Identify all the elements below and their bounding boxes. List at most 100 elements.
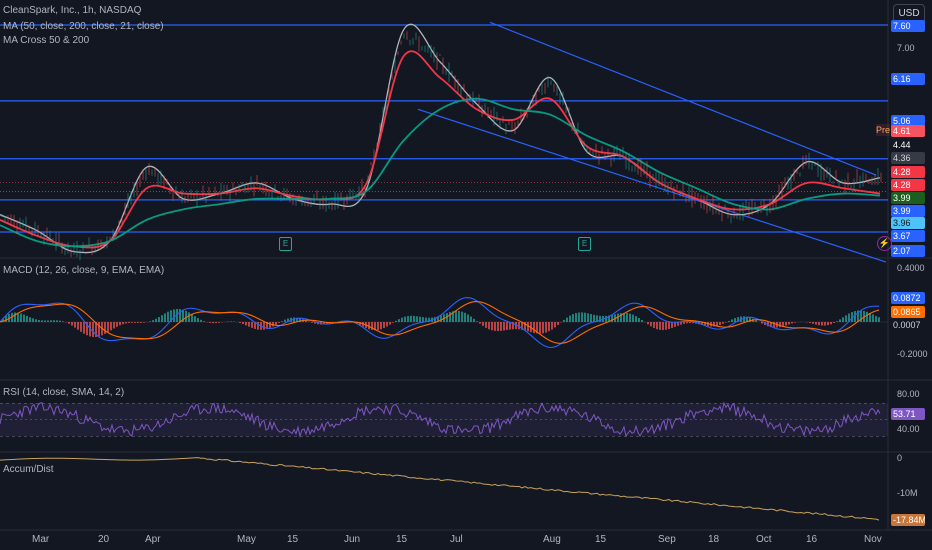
- macd-histogram-bar: [533, 322, 535, 333]
- macd-axis-top: 0.4000: [897, 263, 925, 273]
- macd-histogram-bar: [656, 322, 658, 330]
- macd-histogram-bar: [638, 317, 640, 322]
- macd-histogram-bar: [812, 322, 814, 324]
- macd-histogram-bar: [191, 314, 193, 322]
- macd-histogram-bar: [584, 312, 586, 322]
- macd-histogram-bar: [77, 322, 79, 330]
- macd-histogram-bar: [416, 316, 418, 322]
- macd-histogram-bar: [641, 320, 643, 322]
- time-axis-label: 16: [806, 534, 818, 545]
- macd-histogram-bar: [257, 322, 259, 330]
- macd-histogram-bar: [125, 322, 127, 324]
- macd-histogram-bar: [731, 319, 733, 322]
- macd-histogram-bar: [239, 322, 241, 323]
- macd-histogram-bar: [386, 322, 388, 327]
- macd-histogram-bar: [551, 322, 553, 330]
- channel-lower-line: [417, 108, 887, 263]
- macd-histogram-bar: [680, 322, 682, 325]
- macd-histogram-bar: [779, 322, 781, 328]
- macd-histogram-bar: [566, 317, 568, 322]
- macd-histogram-bar: [392, 322, 394, 323]
- macd-histogram-bar: [449, 312, 451, 322]
- macd-histogram-bar: [311, 322, 313, 323]
- macd-histogram-bar: [122, 322, 124, 325]
- ma-cross-indicator-label[interactable]: MA Cross 50 & 200: [3, 34, 89, 47]
- macd-histogram-bar: [683, 322, 685, 324]
- time-axis-label: 15: [396, 534, 408, 545]
- macd-histogram-bar: [539, 322, 541, 334]
- macd-histogram-bar: [389, 322, 391, 325]
- macd-histogram-bar: [185, 310, 187, 322]
- macd-histogram-bar: [200, 319, 202, 322]
- earnings-marker[interactable]: E: [279, 237, 292, 251]
- macd-histogram-bar: [719, 322, 721, 326]
- macd-histogram-bar: [788, 322, 790, 325]
- macd-histogram-bar: [590, 314, 592, 322]
- macd-histogram-bar: [794, 322, 796, 323]
- macd-value-tag: 0.0865: [891, 306, 925, 318]
- macd-histogram-bar: [671, 322, 673, 329]
- macd-histogram-bar: [173, 309, 175, 322]
- macd-histogram-bar: [380, 322, 382, 330]
- macd-histogram-bar: [866, 311, 868, 322]
- time-axis-label: Nov: [864, 534, 882, 545]
- macd-histogram-bar: [839, 319, 841, 322]
- price-tag: 2.07: [891, 245, 925, 257]
- macd-histogram-bar: [35, 319, 37, 322]
- macd-histogram-bar: [845, 315, 847, 322]
- macd-histogram-bar: [56, 320, 58, 322]
- macd-histogram-bar: [689, 322, 691, 324]
- lightning-icon[interactable]: ⚡: [877, 236, 892, 251]
- macd-value-tag: 0.0872: [891, 292, 925, 304]
- macd-histogram-bar: [80, 322, 82, 332]
- macd-histogram-bar: [47, 320, 49, 322]
- macd-histogram-bar: [242, 322, 244, 325]
- macd-title[interactable]: MACD (12, 26, close, 9, EMA, EMA): [3, 264, 164, 277]
- time-axis-label: Jul: [450, 534, 463, 545]
- macd-histogram-bar: [404, 316, 406, 322]
- macd-histogram-bar: [83, 322, 85, 334]
- macd-histogram-bar: [134, 322, 136, 323]
- rsi-title[interactable]: RSI (14, close, SMA, 14, 2): [3, 386, 124, 399]
- macd-histogram-bar: [542, 322, 544, 334]
- macd-histogram-bar: [659, 322, 661, 330]
- macd-histogram-bar: [245, 322, 247, 326]
- macd-histogram-bar: [395, 320, 397, 322]
- macd-histogram-bar: [71, 322, 73, 326]
- macd-histogram-bar: [203, 321, 205, 322]
- macd-histogram-bar: [653, 322, 655, 328]
- macd-histogram-bar: [545, 322, 547, 333]
- time-axis-label: Apr: [145, 534, 161, 545]
- macd-histogram-bar: [494, 322, 496, 331]
- earnings-marker[interactable]: E: [578, 237, 591, 251]
- accum-value-tag: -17.84M: [891, 514, 925, 526]
- macd-histogram-bar: [755, 320, 757, 322]
- macd-histogram-bar: [668, 322, 670, 330]
- macd-histogram-bar: [413, 315, 415, 322]
- macd-histogram-bar: [44, 320, 46, 322]
- macd-histogram-bar: [143, 322, 145, 323]
- macd-histogram-bar: [50, 320, 52, 322]
- macd-histogram-bar: [116, 322, 118, 327]
- accum-dist-title[interactable]: Accum/Dist: [3, 463, 54, 476]
- macd-histogram-bar: [167, 311, 169, 322]
- macd-histogram-bar: [149, 321, 151, 322]
- ma-indicator-label[interactable]: MA (50, close, 200, close, 21, close): [3, 20, 164, 33]
- macd-histogram-bar: [218, 322, 220, 323]
- macd-histogram-bar: [41, 320, 43, 322]
- macd-histogram-bar: [473, 318, 475, 322]
- price-series-line-1: [0, 50, 881, 249]
- macd-histogram-bar: [161, 315, 163, 322]
- macd-histogram-bar: [53, 320, 55, 322]
- rsi-axis-bottom: 40.00: [897, 424, 920, 434]
- macd-histogram-bar: [734, 318, 736, 322]
- time-axis-label: 20: [98, 534, 110, 545]
- macd-histogram-bar: [500, 322, 502, 331]
- macd-histogram-bar: [29, 317, 31, 322]
- rsi-value-tag: 53.71: [891, 408, 925, 420]
- rsi-axis-top: 80.00: [897, 389, 920, 399]
- macd-histogram-bar: [830, 322, 832, 325]
- macd-histogram-bar: [743, 316, 745, 322]
- macd-histogram-bar: [824, 322, 826, 326]
- macd-histogram-bar: [20, 313, 22, 322]
